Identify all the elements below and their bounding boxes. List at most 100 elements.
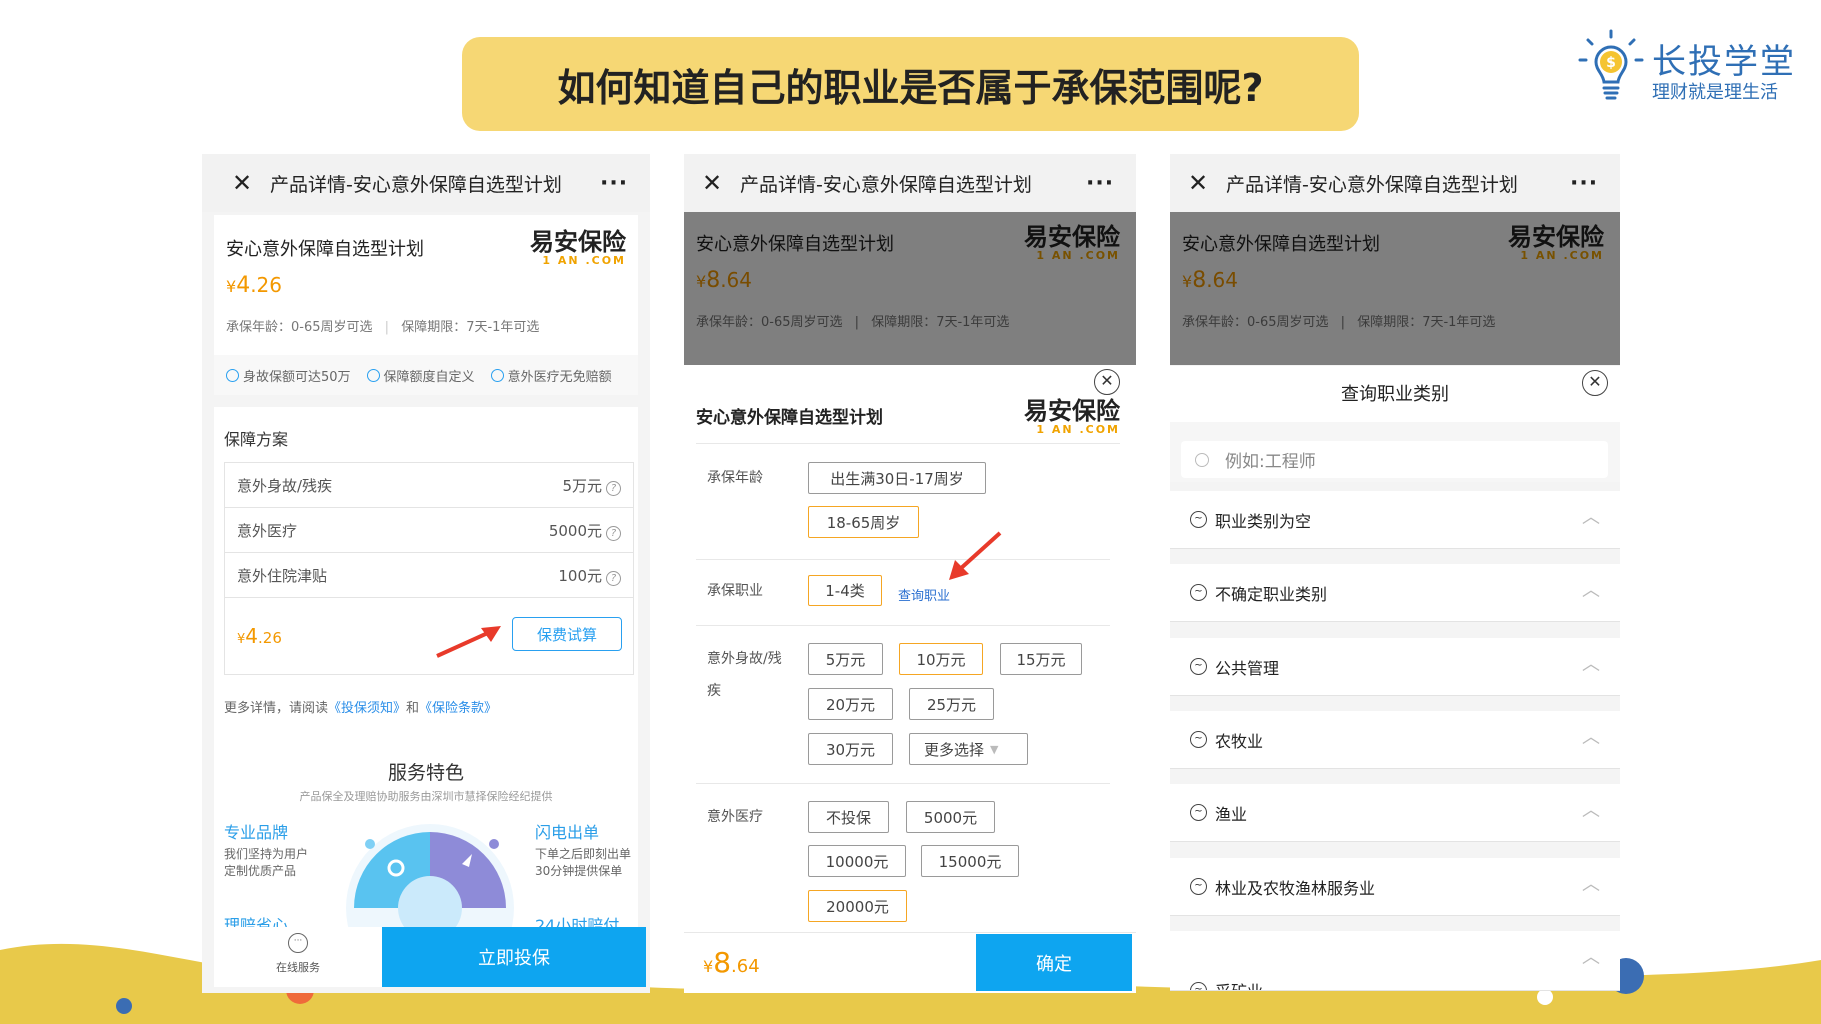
- notice-link[interactable]: 《投保须知》: [328, 701, 406, 716]
- modal-backdrop[interactable]: [684, 212, 1136, 365]
- page-banner-title: 如何知道自己的职业是否属于承保范围呢?: [462, 37, 1359, 131]
- search-icon: [1195, 452, 1209, 467]
- service-wheel-graphic: [346, 824, 514, 930]
- feature-item: 保障额度自定义: [366, 366, 475, 385]
- more-details-text: 更多详情，请阅读《投保须知》和《保险条款》: [224, 701, 498, 716]
- occupation-category-item[interactable]: ~ 林业及农牧渔林服务业 ︿: [1170, 858, 1620, 916]
- plan-row: 意外住院津贴 100元?: [224, 552, 634, 598]
- plan-title: 保障方案: [224, 430, 289, 449]
- chevron-up-icon: ︿: [1582, 507, 1600, 528]
- service-brand-desc: 我们坚持为用户 定制优质产品: [224, 847, 309, 878]
- occupation-search-input[interactable]: 例如:工程师: [1181, 441, 1608, 478]
- age-option-selected[interactable]: 18-65周岁: [808, 506, 919, 538]
- category-icon: ~: [1190, 878, 1207, 895]
- modal-close-icon[interactable]: ✕: [1582, 370, 1608, 396]
- occupation-category-item[interactable]: ~ 渔业 ︿: [1170, 784, 1620, 842]
- age-label: 承保年龄: [707, 470, 763, 486]
- chevron-up-icon: ︿: [1582, 800, 1600, 821]
- service-fast-title: 闪电出单: [535, 823, 600, 842]
- occupation-category-item[interactable]: ~采矿业︿: [1170, 931, 1620, 991]
- red-arrow-annotation: [436, 626, 501, 658]
- chevron-up-icon: ︿: [1582, 874, 1600, 895]
- close-icon[interactable]: ✕: [1178, 169, 1218, 197]
- more-icon[interactable]: ···: [1086, 171, 1136, 196]
- feature-item: 意外医疗无免赔额: [490, 366, 612, 385]
- more-options-dropdown[interactable]: 更多选择 ▼: [909, 733, 1028, 765]
- terms-link[interactable]: 《保险条款》: [419, 701, 497, 716]
- total-price: ¥8.64: [703, 946, 760, 979]
- medical-option-selected[interactable]: 20000元: [808, 890, 907, 922]
- occupation-category-item[interactable]: ~ 职业类别为空 ︿: [1170, 491, 1620, 549]
- plan-row: 意外医疗 5000元?: [224, 507, 634, 553]
- death-option[interactable]: 30万元: [808, 733, 893, 765]
- occupation-category-item[interactable]: ~ 公共管理 ︿: [1170, 638, 1620, 696]
- help-icon[interactable]: ?: [606, 570, 621, 586]
- service-brand-title: 专业品牌: [224, 823, 289, 842]
- medical-label: 意外医疗: [707, 809, 763, 825]
- nav-header: ✕ 产品详情-安心意外保障自选型计划 ···: [202, 154, 650, 212]
- plan-options-screen: ✕ 产品详情-安心意外保障自选型计划 ··· 安心意外保障自选型计划 易安保险1…: [684, 154, 1136, 993]
- category-icon: ~: [1190, 658, 1207, 675]
- insurer-logo: 易安保险 1 AN .COM: [530, 228, 626, 267]
- check-icon: [366, 368, 380, 382]
- medical-option[interactable]: 10000元: [808, 845, 906, 877]
- occupation-category-item[interactable]: ~ 农牧业 ︿: [1170, 711, 1620, 769]
- service-title: 服务特色: [387, 762, 464, 784]
- category-icon: ~: [1190, 804, 1207, 821]
- confirm-button[interactable]: 确定: [976, 934, 1132, 991]
- category-icon: ~: [1190, 731, 1207, 748]
- brand-logo: $ 长投学堂 理财就是理生活: [1570, 22, 1810, 112]
- death-option[interactable]: 5万元: [808, 643, 883, 675]
- occupation-label: 承保职业: [707, 583, 763, 599]
- nav-title: 产品详情-安心意外保障自选型计划: [740, 173, 1032, 196]
- help-icon[interactable]: ?: [606, 480, 621, 496]
- lightbulb-dollar-icon: $: [1578, 29, 1644, 100]
- chevron-up-icon: ︿: [1582, 654, 1600, 675]
- death-option-selected[interactable]: 10万元: [899, 643, 983, 675]
- age-option[interactable]: 出生满30日-17周岁: [808, 462, 986, 494]
- modal-close-icon[interactable]: ✕: [1094, 369, 1120, 395]
- feature-item: 身故保额可达50万: [226, 366, 351, 385]
- age-info: 承保年龄：0-65周岁可选 | 保障期限：7天-1年可选: [226, 320, 540, 335]
- plan-price: ¥4.26: [237, 624, 282, 648]
- more-icon[interactable]: ···: [600, 171, 650, 196]
- chevron-up-icon: ︿: [1582, 947, 1600, 968]
- buy-now-button[interactable]: 立即投保: [382, 927, 646, 987]
- nav-title: 产品详情-安心意外保障自选型计划: [1226, 173, 1518, 196]
- more-icon[interactable]: ···: [1570, 171, 1620, 196]
- chat-icon: ···: [288, 933, 308, 953]
- online-service-button[interactable]: ··· 在线服务: [214, 927, 382, 987]
- modal-backdrop[interactable]: [1170, 212, 1620, 365]
- red-arrow-annotation: [949, 531, 1002, 580]
- medical-option[interactable]: 不投保: [808, 801, 889, 833]
- death-option[interactable]: 20万元: [808, 688, 893, 720]
- help-icon[interactable]: ?: [606, 525, 621, 541]
- death-option[interactable]: 25万元: [909, 688, 994, 720]
- service-fast-desc: 下单之后即刻出单 30分钟提供保单: [535, 847, 632, 878]
- death-option[interactable]: 15万元: [1000, 643, 1082, 675]
- product-card: 安心意外保障自选型计划 易安保险 1 AN .COM ¥4.26 承保年龄：0-6…: [214, 215, 638, 395]
- query-occupation-link[interactable]: 查询职业: [898, 585, 950, 604]
- search-placeholder: 例如:工程师: [1225, 452, 1316, 472]
- category-icon: ~: [1190, 981, 1207, 990]
- category-icon: ~: [1190, 584, 1207, 601]
- check-icon: [226, 368, 239, 382]
- nav-header: ✕ 产品详情-安心意外保障自选型计划 ···: [1170, 154, 1620, 212]
- brand-slogan: 理财就是理生活: [1652, 82, 1778, 103]
- occupation-option-selected[interactable]: 1-4类: [808, 575, 882, 606]
- svg-text:$: $: [1606, 55, 1616, 71]
- chevron-up-icon: ︿: [1582, 727, 1600, 748]
- medical-option[interactable]: 15000元: [921, 845, 1019, 877]
- occupation-query-screen: ✕ 产品详情-安心意外保障自选型计划 ··· 安心意外保障自选型计划 易安保险1…: [1170, 154, 1620, 991]
- service-subtitle: 产品保全及理赔协助服务由深圳市慧择保险经纪提供: [299, 790, 553, 803]
- premium-calc-button[interactable]: 保费试算: [512, 617, 622, 651]
- insurer-logo: 易安保险 1 AN .COM: [1024, 397, 1120, 436]
- product-name: 安心意外保障自选型计划: [226, 239, 424, 260]
- medical-option[interactable]: 5000元: [906, 801, 995, 833]
- death-disability-label-wrap: 疾: [707, 683, 721, 699]
- death-disability-label: 意外身故/残: [707, 651, 782, 667]
- close-icon[interactable]: ✕: [692, 169, 732, 197]
- occupation-category-item[interactable]: ~ 不确定职业类别 ︿: [1170, 564, 1620, 622]
- nav-title: 产品详情-安心意外保障自选型计划: [270, 173, 562, 196]
- close-icon[interactable]: ✕: [222, 169, 262, 197]
